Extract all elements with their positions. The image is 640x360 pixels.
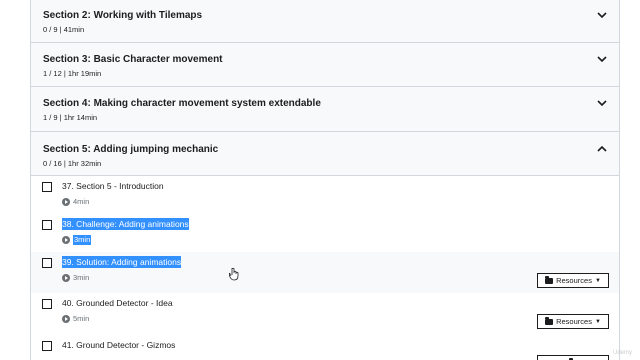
resources-button[interactable]: Resources ▼ [537, 273, 609, 288]
lecture-title: 37. Section 5 - Introduction [62, 181, 164, 191]
section-header[interactable]: Section 5: Adding jumping mechanic 0 / 1… [31, 132, 619, 176]
lecture-item[interactable]: 37. Section 5 - Introduction 4min [31, 176, 619, 217]
section-title: Section 5: Adding jumping mechanic [43, 144, 219, 155]
lecture-checkbox[interactable] [42, 258, 52, 268]
section-header[interactable]: Section 2: Working with Tilemaps 0 / 9 |… [31, 0, 619, 43]
lecture-item[interactable]: 39. Solution: Adding animations 3min Res… [31, 252, 619, 293]
lecture-title: 41. Ground Detector - Gizmos [62, 340, 176, 350]
resources-label: Resources [556, 317, 592, 326]
lecture-duration: 4min [62, 197, 89, 207]
folder-icon [545, 275, 554, 284]
resources-label: Resources [556, 276, 592, 285]
play-circle-icon [62, 198, 70, 206]
lecture-title: 39. Solution: Adding animations [62, 256, 182, 268]
chevron-down-icon[interactable] [595, 96, 609, 110]
lecture-item[interactable]: 40. Grounded Detector - Idea 5min Resour… [31, 293, 619, 334]
play-circle-icon [62, 274, 70, 282]
course-content-panel: Section 2: Working with Tilemaps 0 / 9 |… [30, 0, 620, 360]
lecture-checkbox[interactable] [42, 220, 52, 230]
section-header[interactable]: Section 3: Basic Character movement 1 / … [31, 43, 619, 87]
section-meta: 0 / 9 | 41min [43, 25, 85, 34]
section-header[interactable]: Section 4: Making character movement sys… [31, 87, 619, 132]
chevron-up-icon[interactable] [595, 142, 609, 156]
duration-text: 3min [73, 273, 90, 282]
lecture-title: 38. Challenge: Adding animations [62, 218, 189, 230]
section-title: Section 3: Basic Character movement [43, 54, 223, 65]
caret-down-icon: ▼ [594, 318, 601, 325]
play-circle-icon [62, 315, 70, 323]
section-meta: 0 / 16 | 1hr 32min [43, 159, 102, 168]
play-circle-icon [62, 236, 70, 244]
lecture-checkbox[interactable] [42, 299, 52, 309]
section-title: Section 2: Working with Tilemaps [43, 10, 203, 21]
chevron-down-icon[interactable] [595, 8, 609, 22]
folder-icon [545, 316, 554, 325]
lecture-item[interactable]: 41. Ground Detector - Gizmos [31, 335, 619, 360]
duration-text: 4min [73, 197, 90, 206]
lecture-checkbox[interactable] [42, 341, 52, 351]
mouse-cursor-icon [229, 267, 239, 281]
caret-down-icon: ▼ [594, 277, 601, 284]
section-title: Section 4: Making character movement sys… [43, 98, 321, 109]
lecture-item[interactable]: 38. Challenge: Adding animations 3min [31, 214, 619, 255]
watermark: Udemy [612, 350, 632, 356]
section-meta: 1 / 9 | 1hr 14min [43, 113, 98, 122]
lecture-checkbox[interactable] [42, 182, 52, 192]
lecture-title: 40. Grounded Detector - Idea [62, 298, 173, 308]
resources-button[interactable]: Resources ▼ [537, 314, 609, 329]
duration-text: 5min [73, 314, 90, 323]
resources-button[interactable] [537, 355, 609, 360]
section-meta: 1 / 12 | 1hr 19min [43, 69, 102, 78]
lecture-duration: 3min [62, 235, 92, 245]
lecture-duration: 5min [62, 314, 89, 324]
duration-text: 3min [73, 235, 92, 245]
chevron-down-icon[interactable] [595, 52, 609, 66]
lecture-duration: 3min [62, 273, 89, 283]
